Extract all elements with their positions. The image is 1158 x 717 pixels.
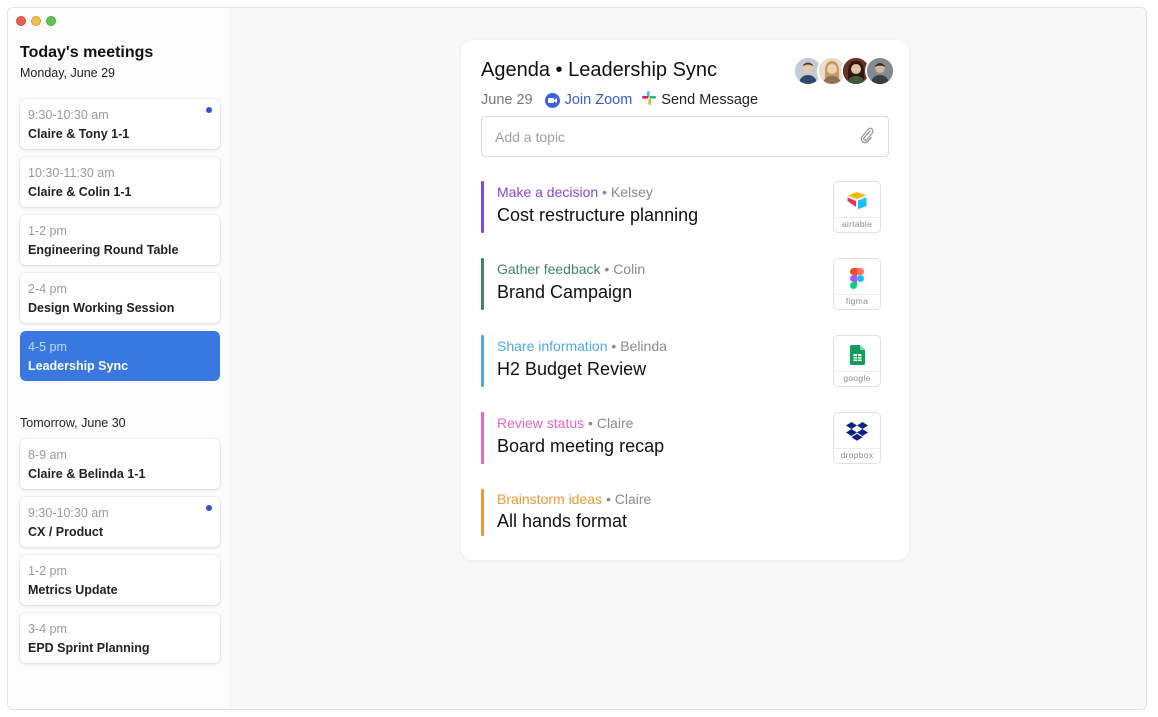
meeting-meta: June 29 Join Zoom Send Message <box>481 91 758 109</box>
category-bar <box>481 489 484 536</box>
sidebar: Today's meetings Monday, June 29 9:30-10… <box>8 8 231 709</box>
app-window: Today's meetings Monday, June 29 9:30-10… <box>7 7 1147 710</box>
meeting-name: Engineering Round Table <box>28 243 179 257</box>
figma-attachment[interactable]: figma <box>833 258 881 310</box>
item-owner: • Claire <box>588 415 634 431</box>
meeting-card[interactable]: 8-9 am Claire & Belinda 1-1 <box>20 439 220 489</box>
item-category: Brainstorm ideas <box>497 491 603 507</box>
tomorrow-date: Tomorrow, June 30 <box>20 416 126 430</box>
agenda-item[interactable]: Share information • Belinda H2 Budget Re… <box>481 335 881 387</box>
agenda-item[interactable]: Make a decision • Kelsey Cost restructur… <box>481 181 881 233</box>
send-message-label: Send Message <box>661 92 759 108</box>
item-topic: H2 Budget Review <box>497 359 647 379</box>
meeting-card[interactable]: 1-2 pm Engineering Round Table <box>20 215 220 265</box>
meeting-time: 3-4 pm <box>28 622 67 636</box>
meeting-name: Leadership Sync <box>28 359 129 373</box>
meeting-name: Claire & Belinda 1-1 <box>28 467 146 481</box>
category-bar <box>481 181 484 233</box>
item-category: Gather feedback <box>497 261 601 277</box>
meeting-date: June 29 <box>481 92 533 108</box>
item-category: Share information <box>497 338 608 354</box>
meeting-name: Claire & Colin 1-1 <box>28 185 132 199</box>
meeting-time: 10:30-11:30 am <box>28 166 115 180</box>
slack-icon <box>642 91 657 109</box>
window-controls <box>16 16 56 26</box>
item-owner: • Belinda <box>611 338 667 354</box>
attendee-avatars[interactable] <box>793 56 895 86</box>
agenda-title: Agenda • Leadership Sync <box>481 59 718 81</box>
item-topic: Cost restructure planning <box>497 205 699 225</box>
item-owner: • Claire <box>605 491 652 507</box>
category-bar <box>481 258 484 310</box>
meeting-time: 1-2 pm <box>28 564 67 578</box>
dropbox-attachment[interactable]: dropbox <box>833 412 881 464</box>
dropbox-icon <box>834 417 880 447</box>
zoom-icon <box>544 92 560 108</box>
item-owner: • Colin <box>604 261 646 277</box>
app-name: figma <box>845 296 869 306</box>
app-name: dropbox <box>840 450 874 460</box>
airtable-attachment[interactable]: airtable <box>833 181 881 233</box>
meeting-card[interactable]: 10:30-11:30 am Claire & Colin 1-1 <box>20 157 220 207</box>
avatar[interactable] <box>865 56 895 86</box>
item-category: Review status <box>497 415 585 431</box>
figma-icon <box>834 263 880 293</box>
meeting-card-selected[interactable]: 4-5 pm Leadership Sync <box>20 331 220 381</box>
send-message-link[interactable]: Send Message <box>642 91 758 109</box>
meeting-card[interactable]: 3-4 pm EPD Sprint Planning <box>20 613 220 663</box>
minimize-window-button[interactable] <box>31 16 41 26</box>
join-zoom-link[interactable]: Join Zoom <box>544 92 633 108</box>
google-sheets-attachment[interactable]: google <box>833 335 881 387</box>
unread-dot <box>206 505 212 511</box>
airtable-icon <box>834 186 880 216</box>
agenda-item[interactable]: Brainstorm ideas • Claire All hands form… <box>481 489 881 536</box>
meeting-time: 9:30-10:30 am <box>28 506 109 520</box>
today-date: Monday, June 29 <box>20 66 115 80</box>
item-topic: Board meeting recap <box>497 436 665 456</box>
meeting-time: 9:30-10:30 am <box>28 108 109 122</box>
meeting-card[interactable]: 2-4 pm Design Working Session <box>20 273 220 323</box>
category-bar <box>481 335 484 387</box>
item-owner: • Kelsey <box>602 184 653 200</box>
meeting-name: Claire & Tony 1-1 <box>28 127 130 141</box>
close-window-button[interactable] <box>16 16 26 26</box>
meeting-time: 8-9 am <box>28 448 67 462</box>
agenda-card: Agenda • Leadership Sync June 29 Join Zo… <box>461 40 909 560</box>
item-category: Make a decision <box>497 184 599 200</box>
meeting-card[interactable]: 9:30-10:30 am CX / Product <box>20 497 220 547</box>
paperclip-icon[interactable] <box>860 126 874 149</box>
add-topic-input[interactable] <box>481 116 889 157</box>
meeting-name: CX / Product <box>28 525 104 539</box>
app-name: airtable <box>841 219 873 229</box>
category-bar <box>481 412 484 464</box>
item-topic: Brand Campaign <box>497 282 633 302</box>
unread-dot <box>206 107 212 113</box>
item-topic: All hands format <box>497 511 628 531</box>
meeting-name: Metrics Update <box>28 583 118 597</box>
meeting-name: EPD Sprint Planning <box>28 641 150 655</box>
meeting-time: 4-5 pm <box>28 340 67 354</box>
meeting-time: 1-2 pm <box>28 224 67 238</box>
google-sheets-icon <box>834 340 880 370</box>
app-name: google <box>843 373 871 383</box>
agenda-item[interactable]: Review status • Claire Board meeting rec… <box>481 412 881 464</box>
meeting-card[interactable]: 9:30-10:30 am Claire & Tony 1-1 <box>20 99 220 149</box>
zoom-window-button[interactable] <box>46 16 56 26</box>
meeting-name: Design Working Session <box>28 301 175 315</box>
sidebar-title: Today's meetings <box>20 44 154 61</box>
agenda-item[interactable]: Gather feedback • Colin Brand Campaign f… <box>481 258 881 310</box>
meeting-time: 2-4 pm <box>28 282 67 296</box>
join-zoom-label: Join Zoom <box>564 92 633 108</box>
meeting-card[interactable]: 1-2 pm Metrics Update <box>20 555 220 605</box>
